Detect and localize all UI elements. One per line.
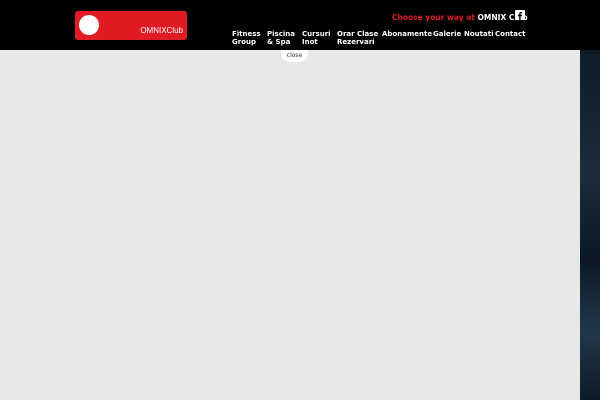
nav-item-fitness-group[interactable]: Fitness Group [232, 30, 261, 46]
tagline: Choose your way at OMNIX Club [392, 13, 528, 23]
nav-item-galerie[interactable]: Galerie [433, 30, 461, 38]
page: OMNIXClub Choose your way at OMNIX Club … [0, 0, 600, 400]
nav-item-abonamente[interactable]: Abonamente [382, 30, 432, 38]
nav-item-cursuri-inot[interactable]: Cursuri Inot [302, 30, 331, 46]
tagline-prefix: Choose your way at [392, 13, 478, 22]
facebook-icon[interactable] [515, 10, 525, 20]
nav-item-noutati[interactable]: Noutati [464, 30, 493, 38]
site-header: OMNIXClub Choose your way at OMNIX Club … [0, 0, 600, 50]
background-image [580, 50, 600, 400]
nav-item-contact[interactable]: Contact [495, 30, 526, 38]
nav-item-orar-clase-rezervari[interactable]: Orar Clase Rezervari [337, 30, 378, 46]
nav-item-piscina-spa[interactable]: Piscina & Spa [267, 30, 295, 46]
close-button[interactable]: close [281, 50, 308, 62]
main-nav: Fitness Group Piscina & Spa Cursuri Inot… [0, 30, 600, 48]
content-panel [0, 50, 580, 400]
